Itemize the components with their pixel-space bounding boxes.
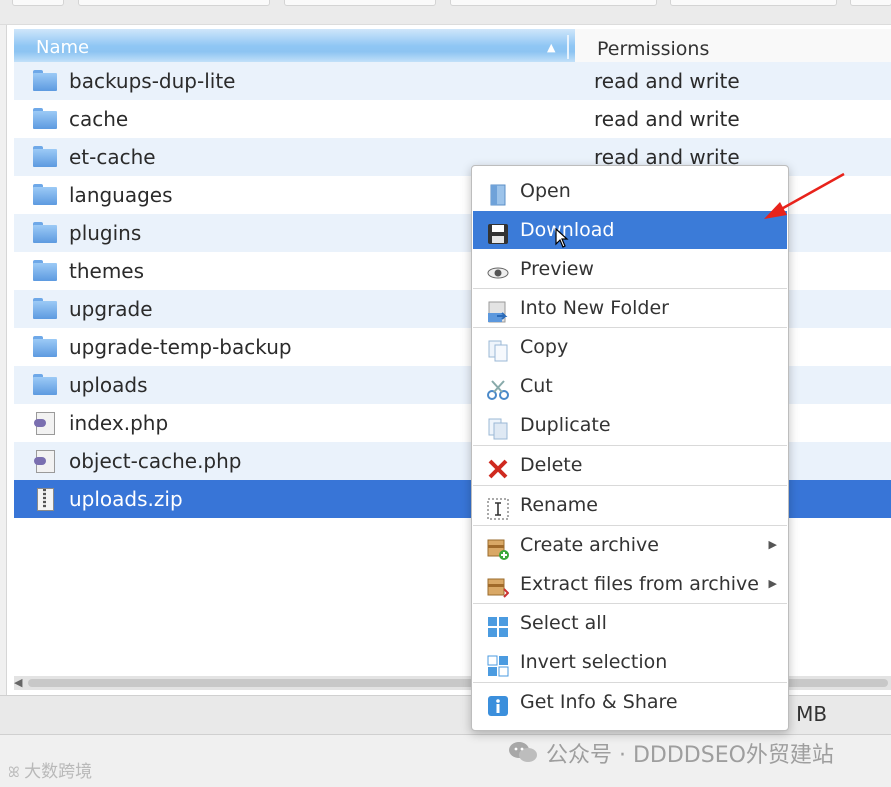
duplicate-icon: [487, 415, 509, 440]
file-row[interactable]: cache read and write: [14, 100, 891, 138]
context-menu-item-delete[interactable]: Delete: [473, 446, 787, 484]
context-menu-separator: [473, 327, 787, 328]
context-menu-item-cut[interactable]: Cut: [473, 367, 787, 405]
scissors-icon: [487, 376, 509, 400]
context-menu-item-label: Copy: [520, 336, 569, 358]
toolbar-button[interactable]: [850, 0, 891, 6]
context-menu-item-rename[interactable]: Rename: [473, 486, 787, 524]
folder-move-icon: [487, 298, 509, 323]
context-menu-item-label: Preview: [520, 258, 594, 280]
context-menu-item-label: Create archive: [520, 534, 659, 556]
context-menu: Open Download Preview Into New Folder Copy Cu…: [471, 165, 789, 731]
context-menu-item-duplicate[interactable]: Duplicate: [473, 406, 787, 444]
file-name: plugins: [69, 221, 142, 245]
context-menu-separator: [473, 445, 787, 446]
php-file-icon: [33, 412, 57, 435]
folder-icon: [33, 222, 57, 243]
open-icon: [487, 181, 509, 206]
context-menu-item-label: Rename: [520, 494, 598, 516]
folder-icon: [33, 298, 57, 319]
create-archive-icon: [487, 535, 509, 560]
folder-icon: [33, 260, 57, 281]
file-permissions: read and write: [594, 107, 740, 131]
context-menu-item-invert-selection[interactable]: Invert selection: [473, 643, 787, 681]
file-name: object-cache.php: [69, 449, 242, 473]
context-menu-item-label: Into New Folder: [520, 297, 669, 319]
context-menu-item-into-new-folder[interactable]: Into New Folder: [473, 289, 787, 327]
context-menu-item-select-all[interactable]: Select all: [473, 604, 787, 642]
file-name: upgrade-temp-backup: [69, 335, 292, 359]
context-menu-separator: [473, 485, 787, 486]
context-menu-item-label: Duplicate: [520, 414, 611, 436]
file-name: cache: [69, 107, 129, 131]
folder-icon: [33, 70, 57, 91]
file-row[interactable]: backups-dup-lite read and write: [14, 62, 891, 100]
watermark-left-text: 大数跨境: [24, 762, 93, 782]
watermark-logo: ꕤ 大数跨境: [8, 757, 92, 782]
file-name: index.php: [69, 411, 169, 435]
file-name: backups-dup-lite: [69, 69, 236, 93]
context-menu-item-label: Invert selection: [520, 651, 668, 673]
context-menu-item-label: Delete: [520, 454, 583, 476]
php-file-icon: [33, 450, 57, 473]
context-menu-item-extract-files-from-archive[interactable]: Extract files from archive ▶: [473, 565, 787, 603]
context-menu-item-label: Get Info & Share: [520, 691, 678, 713]
folder-icon: [33, 108, 57, 129]
context-menu-item-preview[interactable]: Preview: [473, 250, 787, 288]
folder-icon: [33, 184, 57, 205]
toolbar-button-group[interactable]: [284, 0, 436, 6]
annotation-arrow: [764, 172, 845, 219]
watermark-logo-mark: ꕤ: [8, 765, 25, 781]
submenu-arrow-icon: ▶: [768, 538, 777, 551]
context-menu-item-copy[interactable]: Copy: [473, 328, 787, 366]
toolbar-button[interactable]: [12, 0, 64, 6]
toolbar-button-group[interactable]: [78, 0, 270, 6]
toolbar: [0, 0, 891, 25]
context-menu-item-create-archive[interactable]: Create archive ▶: [473, 526, 787, 564]
context-menu-separator: [473, 525, 787, 526]
context-menu-item-download[interactable]: Download: [473, 211, 787, 249]
context-menu-item-label: Open: [520, 180, 571, 202]
context-menu-separator: [473, 603, 787, 604]
mouse-cursor-icon: [555, 228, 569, 248]
folder-icon: [33, 146, 57, 167]
info-icon: [487, 692, 509, 716]
scroll-left-arrow-icon[interactable]: ◀: [14, 676, 22, 690]
context-menu-item-label: Select all: [520, 612, 607, 634]
context-menu-item-open[interactable]: Open: [473, 172, 787, 210]
invert-selection-icon: [487, 652, 509, 677]
wechat-icon: [509, 742, 537, 762]
submenu-arrow-icon: ▶: [768, 577, 777, 590]
context-menu-item-label: Cut: [520, 375, 553, 397]
copy-icon: [487, 337, 509, 362]
file-name: languages: [69, 183, 173, 207]
select-all-icon: [487, 613, 509, 637]
folder-icon: [33, 336, 57, 357]
eye-icon: [487, 259, 509, 281]
context-menu-separator: [473, 682, 787, 683]
folder-icon: [33, 374, 57, 395]
floppy-disk-icon: [487, 220, 509, 244]
rename-icon: [487, 495, 509, 520]
toolbar-button-group[interactable]: [670, 0, 837, 6]
context-menu-item-label: Extract files from archive: [520, 573, 759, 595]
column-resize-handle[interactable]: [567, 35, 569, 59]
context-menu-separator: [473, 288, 787, 289]
toolbar-button-group[interactable]: [450, 0, 657, 6]
file-name: upgrade: [69, 297, 153, 321]
file-name: uploads: [69, 373, 148, 397]
zip-file-icon: [33, 488, 57, 511]
file-name: uploads.zip: [69, 487, 183, 511]
file-permissions: read and write: [594, 69, 740, 93]
extract-archive-icon: [487, 574, 510, 598]
watermark-right-text: 公众号 · DDDDSEO外贸建站: [546, 743, 834, 768]
context-menu-item-get-info-share[interactable]: Get Info & Share: [473, 683, 787, 721]
file-name: et-cache: [69, 145, 156, 169]
delete-x-icon: [487, 455, 509, 479]
file-name: themes: [69, 259, 145, 283]
